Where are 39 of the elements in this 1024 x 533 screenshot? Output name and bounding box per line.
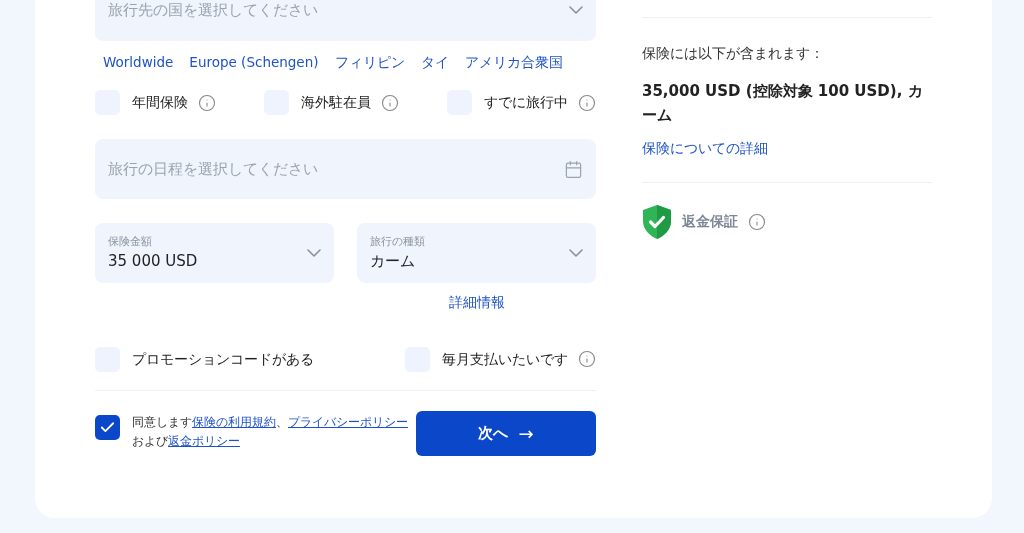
policy-link[interactable]: 保険の利用規約: [192, 415, 276, 429]
country-link[interactable]: アメリカ合衆国: [464, 52, 563, 73]
checkbox[interactable]: [95, 415, 120, 440]
date-placeholder: 旅行の日程を選択してください: [108, 159, 318, 180]
option-label: すでに旅行中: [484, 93, 568, 113]
option-label: プロモーションコードがある: [132, 349, 314, 369]
field-label: 旅行の種類: [370, 233, 425, 250]
country-link[interactable]: Worldwide: [103, 52, 174, 73]
info-icon[interactable]: [748, 212, 766, 231]
field-value: 35 000 USD: [108, 251, 198, 273]
option-label: 海外駐在員: [301, 93, 371, 113]
chevron-down-icon: [569, 6, 583, 14]
guarantee-label: 返金保証: [682, 212, 738, 232]
info-icon[interactable]: [381, 93, 399, 112]
summary-value: 35,000 USD (控除対象 100 USD), カーム: [642, 81, 924, 127]
field-label: 保険金額: [108, 233, 153, 250]
insurance-details-link[interactable]: 保険についての詳細: [642, 138, 932, 159]
country-link[interactable]: Europe (Schengen): [189, 52, 319, 73]
info-icon[interactable]: [198, 93, 216, 112]
coverage-select[interactable]: 保険金額 35 000 USD: [95, 223, 334, 284]
details-link[interactable]: 詳細情報: [448, 292, 505, 313]
info-icon[interactable]: [578, 350, 596, 368]
destination-placeholder: 旅行先の国を選択してください: [108, 0, 318, 21]
summary-heading: 保険には以下が含まれます：: [642, 44, 825, 63]
country-link[interactable]: フィリピン: [334, 52, 405, 73]
chevron-down-icon: [307, 249, 321, 258]
policy-link[interactable]: 返金ポリシー: [168, 434, 240, 448]
next-button[interactable]: 次へ →: [416, 410, 596, 456]
option-label: 年間保険: [132, 93, 188, 113]
country-link[interactable]: タイ: [420, 52, 449, 73]
consent-text: 同意します保険の利用規約、プライバシーポリシー および返金ポリシー: [132, 414, 408, 450]
option-label: 毎月支払いたいです: [442, 349, 568, 369]
shield-check-icon: [642, 203, 672, 240]
policy-link[interactable]: プライバシーポリシー: [288, 415, 408, 429]
chevron-down-icon: [569, 249, 583, 258]
calendar-icon: [564, 159, 583, 179]
trip-type-select[interactable]: 旅行の種類 カーム: [357, 223, 596, 284]
info-icon[interactable]: [578, 93, 596, 112]
field-value: カーム: [370, 251, 416, 273]
